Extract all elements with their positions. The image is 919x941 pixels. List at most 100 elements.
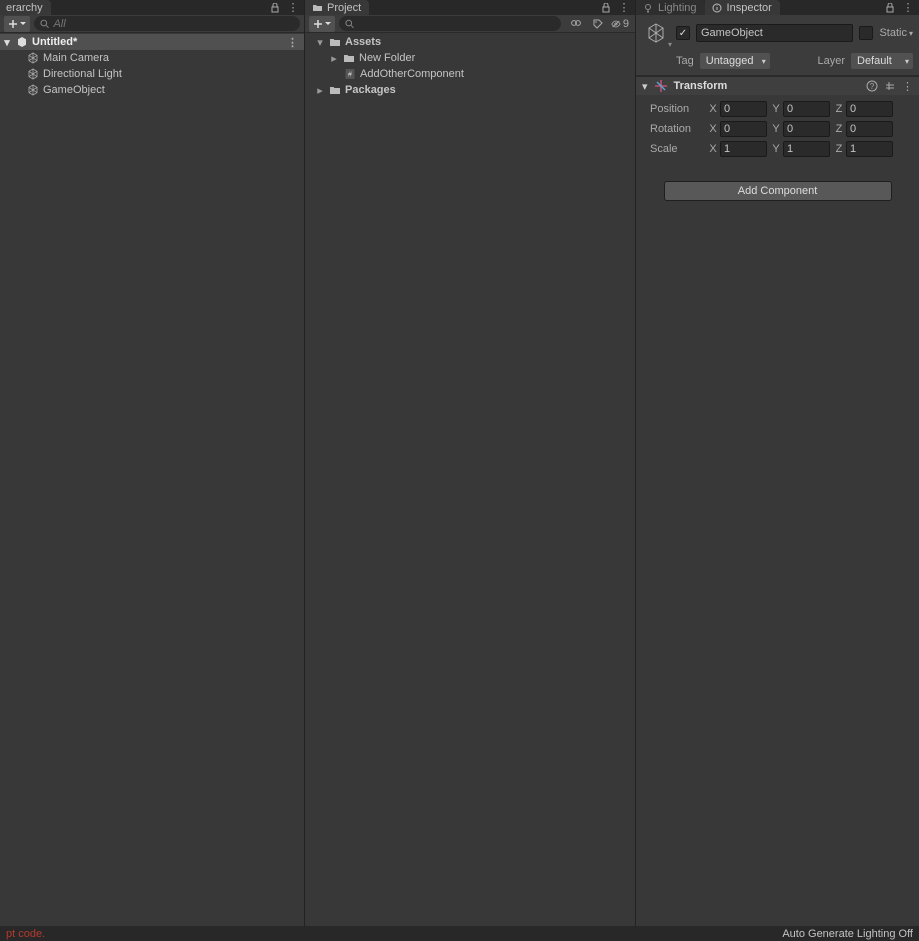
panel-lock-icon[interactable]: [268, 1, 282, 15]
component-title: Transform: [674, 80, 728, 92]
hierarchy-search[interactable]: [34, 16, 300, 31]
scale-label: Scale: [650, 143, 704, 155]
hierarchy-item-label: Main Camera: [43, 52, 109, 64]
project-toolbar: 9: [305, 15, 635, 33]
folder-label: Packages: [345, 84, 396, 96]
transform-scale-row: Scale X Y Z: [650, 139, 913, 159]
axis-y-label: Y: [771, 143, 781, 155]
hierarchy-tree: ▾ Untitled* ⋮ Main Camera Directional Li…: [0, 33, 304, 926]
position-z-input[interactable]: [846, 101, 893, 117]
help-icon[interactable]: ?: [866, 80, 878, 93]
tag-label: Tag: [676, 55, 694, 67]
hierarchy-item-main-camera[interactable]: Main Camera: [0, 50, 304, 66]
layer-label: Layer: [817, 55, 845, 67]
axis-y-label: Y: [771, 123, 781, 135]
collapse-icon[interactable]: ▾: [2, 37, 12, 47]
svg-text:?: ?: [870, 82, 875, 91]
hierarchy-scene-row[interactable]: ▾ Untitled* ⋮: [0, 34, 304, 50]
gameobject-name-input[interactable]: [696, 24, 853, 42]
project-folder-newfolder[interactable]: ▸ New Folder: [305, 50, 635, 66]
axis-x-label: X: [708, 143, 718, 155]
hidden-count-label: 9: [623, 18, 629, 30]
statusbar: pt code. Auto Generate Lighting Off: [0, 926, 919, 941]
statusbar-error[interactable]: pt code.: [6, 928, 45, 940]
collapse-icon[interactable]: ▾: [315, 37, 325, 47]
folder-icon: [328, 35, 342, 49]
axis-z-label: Z: [834, 103, 844, 115]
hierarchy-search-input[interactable]: [53, 18, 294, 30]
folder-label: New Folder: [359, 52, 415, 64]
project-tree: ▾ Assets ▸ New Folder # AddOtherComponen…: [305, 33, 635, 926]
gameobject-active-checkbox[interactable]: [676, 26, 690, 40]
transform-header[interactable]: ▾ Transform ? ⋮: [636, 77, 919, 95]
hidden-items-toggle[interactable]: 9: [611, 16, 629, 32]
scene-name: Untitled*: [32, 36, 77, 48]
inspector-header: ▾ Static ▾ Tag Untagged▾ La: [636, 15, 919, 76]
project-panel: Project ⋮: [305, 0, 636, 926]
rotation-label: Rotation: [650, 123, 704, 135]
hierarchy-create-button[interactable]: [4, 16, 30, 32]
transform-rotation-row: Rotation X Y Z: [650, 119, 913, 139]
csharp-script-icon: #: [343, 67, 357, 81]
panel-menu-icon[interactable]: ⋮: [617, 1, 631, 15]
project-script-addothercomponent[interactable]: # AddOtherComponent: [305, 66, 635, 82]
scale-y-input[interactable]: [783, 141, 830, 157]
panel-lock-icon[interactable]: [599, 1, 613, 15]
panel-lock-icon[interactable]: [883, 1, 897, 15]
statusbar-lighting[interactable]: Auto Generate Lighting Off: [782, 928, 913, 940]
add-component-button[interactable]: Add Component: [664, 181, 892, 201]
project-search[interactable]: [339, 16, 561, 31]
transform-icon: [654, 79, 668, 93]
axis-x-label: X: [708, 123, 718, 135]
rotation-y-input[interactable]: [783, 121, 830, 137]
hierarchy-item-directional-light[interactable]: Directional Light: [0, 66, 304, 82]
svg-text:#: #: [348, 72, 352, 79]
search-icon: [40, 19, 49, 29]
inspector-tab[interactable]: Inspector: [705, 0, 780, 15]
transform-component: ▾ Transform ? ⋮: [636, 76, 919, 163]
scale-z-input[interactable]: [846, 141, 893, 157]
inspector-tabbar: Lighting Inspector ⋮: [636, 0, 919, 15]
lighting-tab[interactable]: Lighting: [636, 0, 705, 15]
component-menu-icon[interactable]: ⋮: [902, 80, 913, 93]
gameobject-icon: [26, 83, 40, 97]
gameobject-icon: [26, 51, 40, 65]
position-y-input[interactable]: [783, 101, 830, 117]
project-create-button[interactable]: [309, 16, 335, 32]
axis-y-label: Y: [771, 103, 781, 115]
hierarchy-toolbar: [0, 15, 304, 33]
hierarchy-item-gameobject[interactable]: GameObject: [0, 82, 304, 98]
tag-dropdown[interactable]: Untagged▾: [700, 53, 770, 69]
rotation-x-input[interactable]: [720, 121, 767, 137]
expand-icon[interactable]: ▸: [329, 53, 339, 63]
expand-icon[interactable]: ▸: [315, 85, 325, 95]
rotation-z-input[interactable]: [846, 121, 893, 137]
filter-by-label-icon[interactable]: [589, 16, 607, 32]
hierarchy-tabbar: erarchy ⋮: [0, 0, 304, 15]
panel-menu-icon[interactable]: ⋮: [901, 1, 915, 15]
collapse-icon[interactable]: ▾: [642, 80, 648, 93]
chevron-down-icon[interactable]: ▾: [909, 29, 913, 38]
project-packages-row[interactable]: ▸ Packages: [305, 82, 635, 98]
static-checkbox[interactable]: [859, 26, 873, 40]
panel-menu-icon[interactable]: ⋮: [286, 1, 300, 15]
project-tab[interactable]: Project: [305, 0, 369, 15]
position-label: Position: [650, 103, 704, 115]
layer-dropdown[interactable]: Default▾: [851, 53, 913, 69]
folder-label: Assets: [345, 36, 381, 48]
hierarchy-panel: erarchy ⋮ ▾: [0, 0, 305, 926]
scene-menu-icon[interactable]: ⋮: [287, 36, 298, 49]
project-search-input[interactable]: [358, 18, 555, 30]
scale-x-input[interactable]: [720, 141, 767, 157]
filter-by-type-icon[interactable]: [567, 16, 585, 32]
inspector-panel: Lighting Inspector ⋮ ▾: [636, 0, 919, 926]
gameobject-type-icon[interactable]: ▾: [642, 19, 670, 47]
hierarchy-item-label: GameObject: [43, 84, 105, 96]
preset-icon[interactable]: [884, 80, 896, 93]
position-x-input[interactable]: [720, 101, 767, 117]
axis-z-label: Z: [834, 123, 844, 135]
hierarchy-item-label: Directional Light: [43, 68, 122, 80]
hierarchy-tab[interactable]: erarchy: [0, 0, 51, 15]
project-assets-row[interactable]: ▾ Assets: [305, 34, 635, 50]
info-icon: [711, 2, 723, 14]
